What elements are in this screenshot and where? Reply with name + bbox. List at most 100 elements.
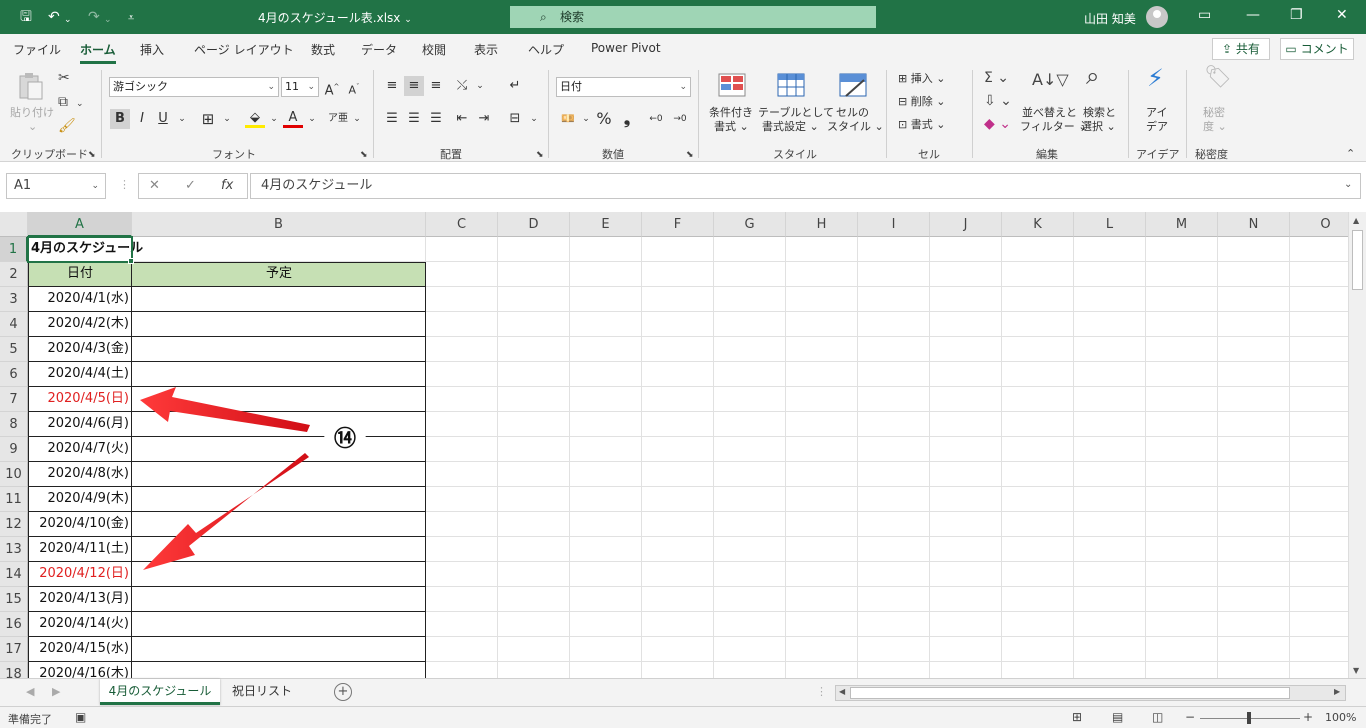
increase-decimal-icon[interactable]: ←0 <box>646 109 666 129</box>
minimize-icon[interactable]: — <box>1246 7 1260 23</box>
horizontal-scroll-thumb[interactable] <box>850 687 1290 699</box>
decrease-indent-icon[interactable]: ⇤ <box>452 109 472 129</box>
tab-split-grip-icon[interactable]: ⋮ <box>816 685 827 698</box>
row-header[interactable]: 10 <box>0 462 28 487</box>
fill-color-icon[interactable]: ⬙ <box>245 108 265 128</box>
format-painter-icon[interactable]: 🖌 <box>58 118 76 134</box>
decrease-decimal-icon[interactable]: →0 <box>670 109 690 129</box>
insert-cells-button[interactable]: ⊞ 挿入 ⌄ <box>898 72 945 86</box>
font-color-icon[interactable]: A <box>283 108 303 128</box>
prev-sheet-icon[interactable]: ◀ <box>26 685 34 698</box>
column-header[interactable]: N <box>1218 212 1290 237</box>
column-header[interactable]: B <box>132 212 426 237</box>
date-cell[interactable]: 2020/4/9(木) <box>28 487 132 512</box>
tab-power-pivot[interactable]: Power Pivot <box>591 41 661 55</box>
date-cell[interactable]: 2020/4/6(月) <box>28 412 132 437</box>
insert-function-icon[interactable]: fx <box>221 178 233 193</box>
align-right-icon[interactable]: ☰ <box>426 109 446 129</box>
align-bottom-icon[interactable]: ≡ <box>426 76 446 96</box>
number-format-select[interactable]: 日付 ⌄ <box>556 77 691 97</box>
close-icon[interactable]: ✕ <box>1336 7 1348 23</box>
tab-help[interactable]: ヘルプ <box>528 41 564 58</box>
table-cell[interactable] <box>132 387 426 412</box>
zoom-level[interactable]: 100% <box>1325 711 1356 724</box>
table-cell[interactable] <box>132 662 426 678</box>
clipboard-launcher-icon[interactable]: ⬊ <box>88 147 96 163</box>
column-header[interactable]: F <box>642 212 714 237</box>
align-top-icon[interactable]: ≡ <box>382 76 402 96</box>
accounting-dropdown-icon[interactable]: ⌄ <box>576 109 596 129</box>
date-cell[interactable]: 2020/4/10(金) <box>28 512 132 537</box>
table-cell[interactable] <box>132 487 426 512</box>
row-header[interactable]: 13 <box>0 537 28 562</box>
copy-icon[interactable]: ⧉ <box>58 94 68 110</box>
scroll-down-icon[interactable]: ▼ <box>1353 666 1359 675</box>
date-cell[interactable]: 2020/4/13(月) <box>28 587 132 612</box>
select-all-corner[interactable] <box>0 212 28 237</box>
align-center-icon[interactable]: ☰ <box>404 109 424 129</box>
scroll-left-icon[interactable]: ◀ <box>839 687 845 696</box>
tab-view[interactable]: 表示 <box>474 41 498 58</box>
page-layout-view-icon[interactable]: ▤ <box>1112 710 1123 724</box>
fill-handle[interactable] <box>128 258 134 264</box>
tab-formulas[interactable]: 数式 <box>311 41 335 58</box>
row-header[interactable]: 4 <box>0 312 28 337</box>
date-cell[interactable]: 2020/4/2(木) <box>28 312 132 337</box>
customize-qat-icon[interactable]: ⩡ <box>128 9 134 27</box>
date-cell[interactable]: 2020/4/12(日) <box>28 562 132 587</box>
save-icon[interactable]: 🖫 <box>20 8 32 26</box>
delete-cells-button[interactable]: ⊟ 削除 ⌄ <box>898 95 945 109</box>
table-cell[interactable] <box>132 612 426 637</box>
font-size-select[interactable]: 11 ⌄ <box>281 77 319 97</box>
horizontal-scrollbar[interactable]: ◀ ▶ <box>835 685 1346 701</box>
decrease-font-size-icon[interactable]: Aˇ <box>344 77 364 97</box>
increase-font-size-icon[interactable]: A^ <box>322 77 342 98</box>
fill-icon[interactable]: ⇩ ⌄ <box>984 93 1012 109</box>
formula-input[interactable]: 4月のスケジュール <box>250 173 1361 199</box>
phonetic-dropdown-icon[interactable]: ⌄ <box>347 109 367 129</box>
column-header[interactable]: C <box>426 212 498 237</box>
row-header[interactable]: 18 <box>0 662 28 678</box>
zoom-out-icon[interactable]: − <box>1185 710 1195 724</box>
row-header[interactable]: 8 <box>0 412 28 437</box>
merge-center-icon[interactable]: ⊟ <box>505 109 525 129</box>
borders-dropdown-icon[interactable]: ⌄ <box>217 109 237 129</box>
date-cell[interactable]: 2020/4/7(火) <box>28 437 132 462</box>
row-header[interactable]: 11 <box>0 487 28 512</box>
row-header[interactable]: 3 <box>0 287 28 312</box>
expand-formula-bar-icon[interactable]: ⌄ <box>1344 179 1352 190</box>
underline-button[interactable]: U <box>153 109 173 129</box>
row-header[interactable]: 14 <box>0 562 28 587</box>
tab-home[interactable]: ホーム <box>80 41 116 64</box>
row-header[interactable]: 2 <box>0 262 28 287</box>
font-color-dropdown-icon[interactable]: ⌄ <box>302 109 322 129</box>
undo-icon[interactable]: ↶ <box>48 8 60 26</box>
name-box[interactable]: A1 ⌄ <box>6 173 106 199</box>
column-header[interactable]: I <box>858 212 930 237</box>
ribbon-display-options-icon[interactable]: ▭ <box>1198 7 1211 23</box>
date-cell[interactable]: 2020/4/11(土) <box>28 537 132 562</box>
column-header[interactable]: G <box>714 212 786 237</box>
row-header[interactable]: 15 <box>0 587 28 612</box>
restore-icon[interactable]: ❐ <box>1290 7 1303 23</box>
tab-file[interactable]: ファイル <box>13 41 61 58</box>
table-cell[interactable] <box>132 587 426 612</box>
column-header[interactable]: E <box>570 212 642 237</box>
row-header[interactable]: 6 <box>0 362 28 387</box>
macro-record-icon[interactable]: ▣ <box>75 710 86 724</box>
share-button[interactable]: ⇪ 共有 <box>1212 38 1270 60</box>
copy-dropdown-icon[interactable]: ⌄ <box>76 96 84 112</box>
date-cell[interactable]: 2020/4/1(水) <box>28 287 132 312</box>
undo-dropdown-icon[interactable]: ⌄ <box>64 11 72 29</box>
tab-data[interactable]: データ <box>361 41 397 58</box>
table-cell[interactable] <box>132 412 426 437</box>
orientation-dropdown-icon[interactable]: ⌄ <box>470 76 490 96</box>
row-header[interactable]: 16 <box>0 612 28 637</box>
date-cell[interactable]: 2020/4/5(日) <box>28 387 132 412</box>
avatar[interactable] <box>1146 6 1168 28</box>
row-header[interactable]: 17 <box>0 637 28 662</box>
table-cell[interactable] <box>132 462 426 487</box>
date-cell[interactable]: 2020/4/14(火) <box>28 612 132 637</box>
cut-icon[interactable]: ✂ <box>58 70 70 86</box>
zoom-in-icon[interactable]: + <box>1303 710 1313 724</box>
